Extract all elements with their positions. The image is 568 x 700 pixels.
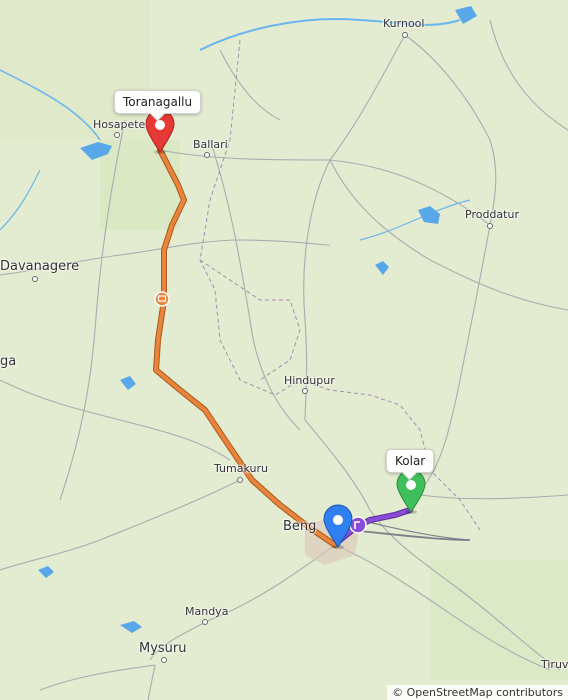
town-label-tumakuru: Tumakuru xyxy=(214,462,268,475)
town-label-proddatur: Proddatur xyxy=(465,208,519,221)
toll-icon[interactable] xyxy=(154,291,170,307)
town-label-hosapete: Hosapete xyxy=(93,118,146,131)
map-view[interactable]: Kurnool Hosapete Ballari Proddatur Davan… xyxy=(0,0,568,700)
town-label-mysuru: Mysuru xyxy=(139,641,187,656)
destination-callout[interactable]: Kolar xyxy=(386,449,435,473)
town-label-kurnool: Kurnool xyxy=(383,17,425,30)
map-base-layer xyxy=(0,0,568,700)
map-attribution[interactable]: © OpenStreetMap contributors xyxy=(387,685,568,700)
town-label-tiruvannamalai: Tiruv xyxy=(541,658,568,671)
town-label-hindupur: Hindupur xyxy=(284,374,335,387)
town-label-mandya: Mandya xyxy=(185,605,229,618)
town-label-ga: ga xyxy=(0,354,17,369)
town-label-bengaluru: Beng xyxy=(283,519,317,534)
origin-callout[interactable]: Toranagallu xyxy=(114,90,202,114)
town-label-davanagere: Davanagere xyxy=(0,259,80,274)
town-label-ballari: Ballari xyxy=(193,138,228,151)
